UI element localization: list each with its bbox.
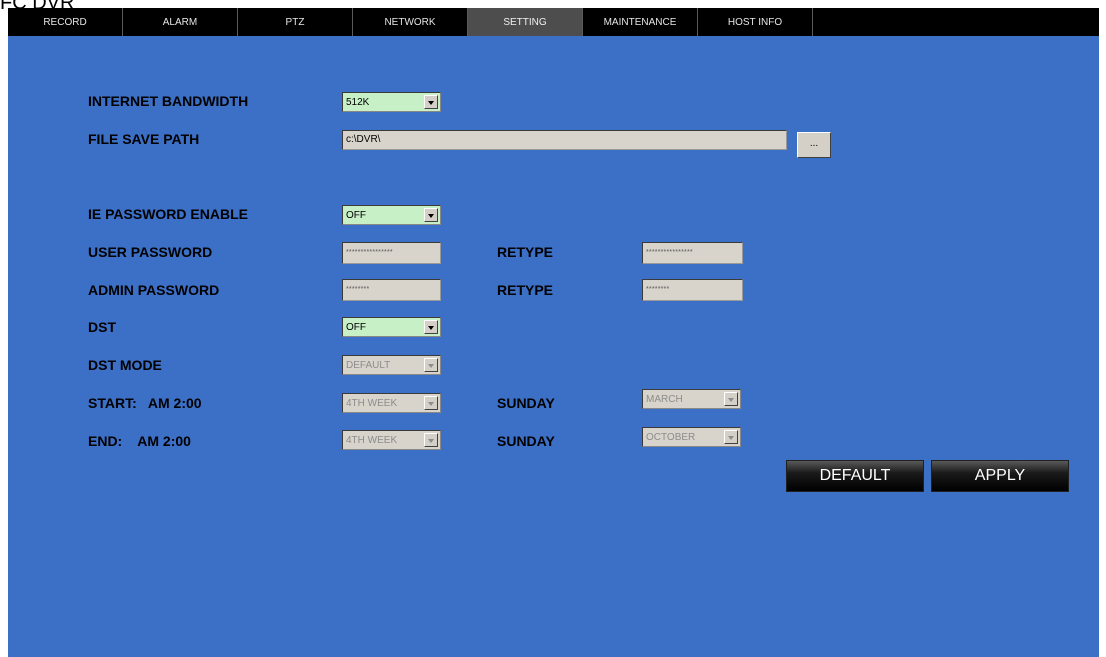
tab-bar: RECORD ALARM PTZ NETWORK SETTING MAINTEN… <box>8 8 1099 36</box>
chevron-down-icon <box>424 433 438 447</box>
dst-start-month-value: MARCH <box>646 394 683 405</box>
tab-alarm[interactable]: ALARM <box>123 8 238 36</box>
apply-button[interactable]: APPLY <box>931 460 1069 492</box>
dst-start-day-label: SUNDAY <box>497 395 555 411</box>
internet-bandwidth-value: 512K <box>346 97 370 108</box>
tab-network[interactable]: NETWORK <box>353 8 468 36</box>
tab-ptz[interactable]: PTZ <box>238 8 353 36</box>
chevron-down-icon[interactable] <box>424 208 438 222</box>
ie-password-enable-value: OFF <box>346 210 366 221</box>
chevron-down-icon <box>724 392 738 406</box>
dst-end-label: END: AM 2:00 <box>88 433 191 449</box>
dst-end-day-label: SUNDAY <box>497 433 555 449</box>
dst-mode-select: DEFAULT <box>342 355 441 375</box>
chevron-down-icon <box>724 430 738 444</box>
ie-password-enable-select[interactable]: OFF <box>342 205 441 225</box>
dst-start-month-select: MARCH <box>642 389 741 409</box>
user-password-retype-input[interactable]: **************** <box>642 242 743 264</box>
dst-value: OFF <box>346 322 366 333</box>
default-button[interactable]: DEFAULT <box>786 460 924 492</box>
dst-mode-value: DEFAULT <box>346 360 391 371</box>
dst-start-week-select: 4TH WEEK <box>342 393 441 413</box>
dst-start-label: START: AM 2:00 <box>88 395 202 411</box>
file-save-path-input[interactable]: c:\DVR\ <box>342 130 787 150</box>
browse-button[interactable]: ... <box>797 132 831 158</box>
tab-record[interactable]: RECORD <box>8 8 123 36</box>
dst-label: DST <box>88 319 116 335</box>
dst-end-month-select: OCTOBER <box>642 427 741 447</box>
ie-password-enable-label: IE PASSWORD ENABLE <box>88 206 248 222</box>
chevron-down-icon <box>424 358 438 372</box>
admin-password-input[interactable]: ******** <box>342 279 441 301</box>
user-password-retype-label: RETYPE <box>497 244 554 260</box>
dst-end-month-value: OCTOBER <box>646 432 696 443</box>
chevron-down-icon[interactable] <box>424 95 438 109</box>
internet-bandwidth-label: INTERNET BANDWIDTH <box>88 93 249 109</box>
dst-start-week-value: 4TH WEEK <box>346 398 398 409</box>
user-password-input[interactable]: **************** <box>342 242 441 264</box>
tab-maintenance[interactable]: MAINTENANCE <box>583 8 698 36</box>
chevron-down-icon <box>424 396 438 410</box>
dst-select[interactable]: OFF <box>342 317 441 337</box>
dst-mode-label: DST MODE <box>88 357 162 373</box>
admin-password-retype-input[interactable]: ******** <box>642 279 743 301</box>
user-password-label: USER PASSWORD <box>88 244 213 260</box>
admin-password-retype-label: RETYPE <box>497 282 554 298</box>
chevron-down-icon[interactable] <box>424 320 438 334</box>
internet-bandwidth-select[interactable]: 512K <box>342 92 441 112</box>
admin-password-label: ADMIN PASSWORD <box>88 282 220 298</box>
tab-setting[interactable]: SETTING <box>468 8 583 36</box>
dst-end-week-select: 4TH WEEK <box>342 430 441 450</box>
tab-host-info[interactable]: HOST INFO <box>698 8 813 36</box>
dst-end-week-value: 4TH WEEK <box>346 435 398 446</box>
settings-panel: INTERNET BANDWIDTH 512K FILE SAVE PATH c… <box>8 36 1099 657</box>
file-save-path-label: FILE SAVE PATH <box>88 131 200 147</box>
